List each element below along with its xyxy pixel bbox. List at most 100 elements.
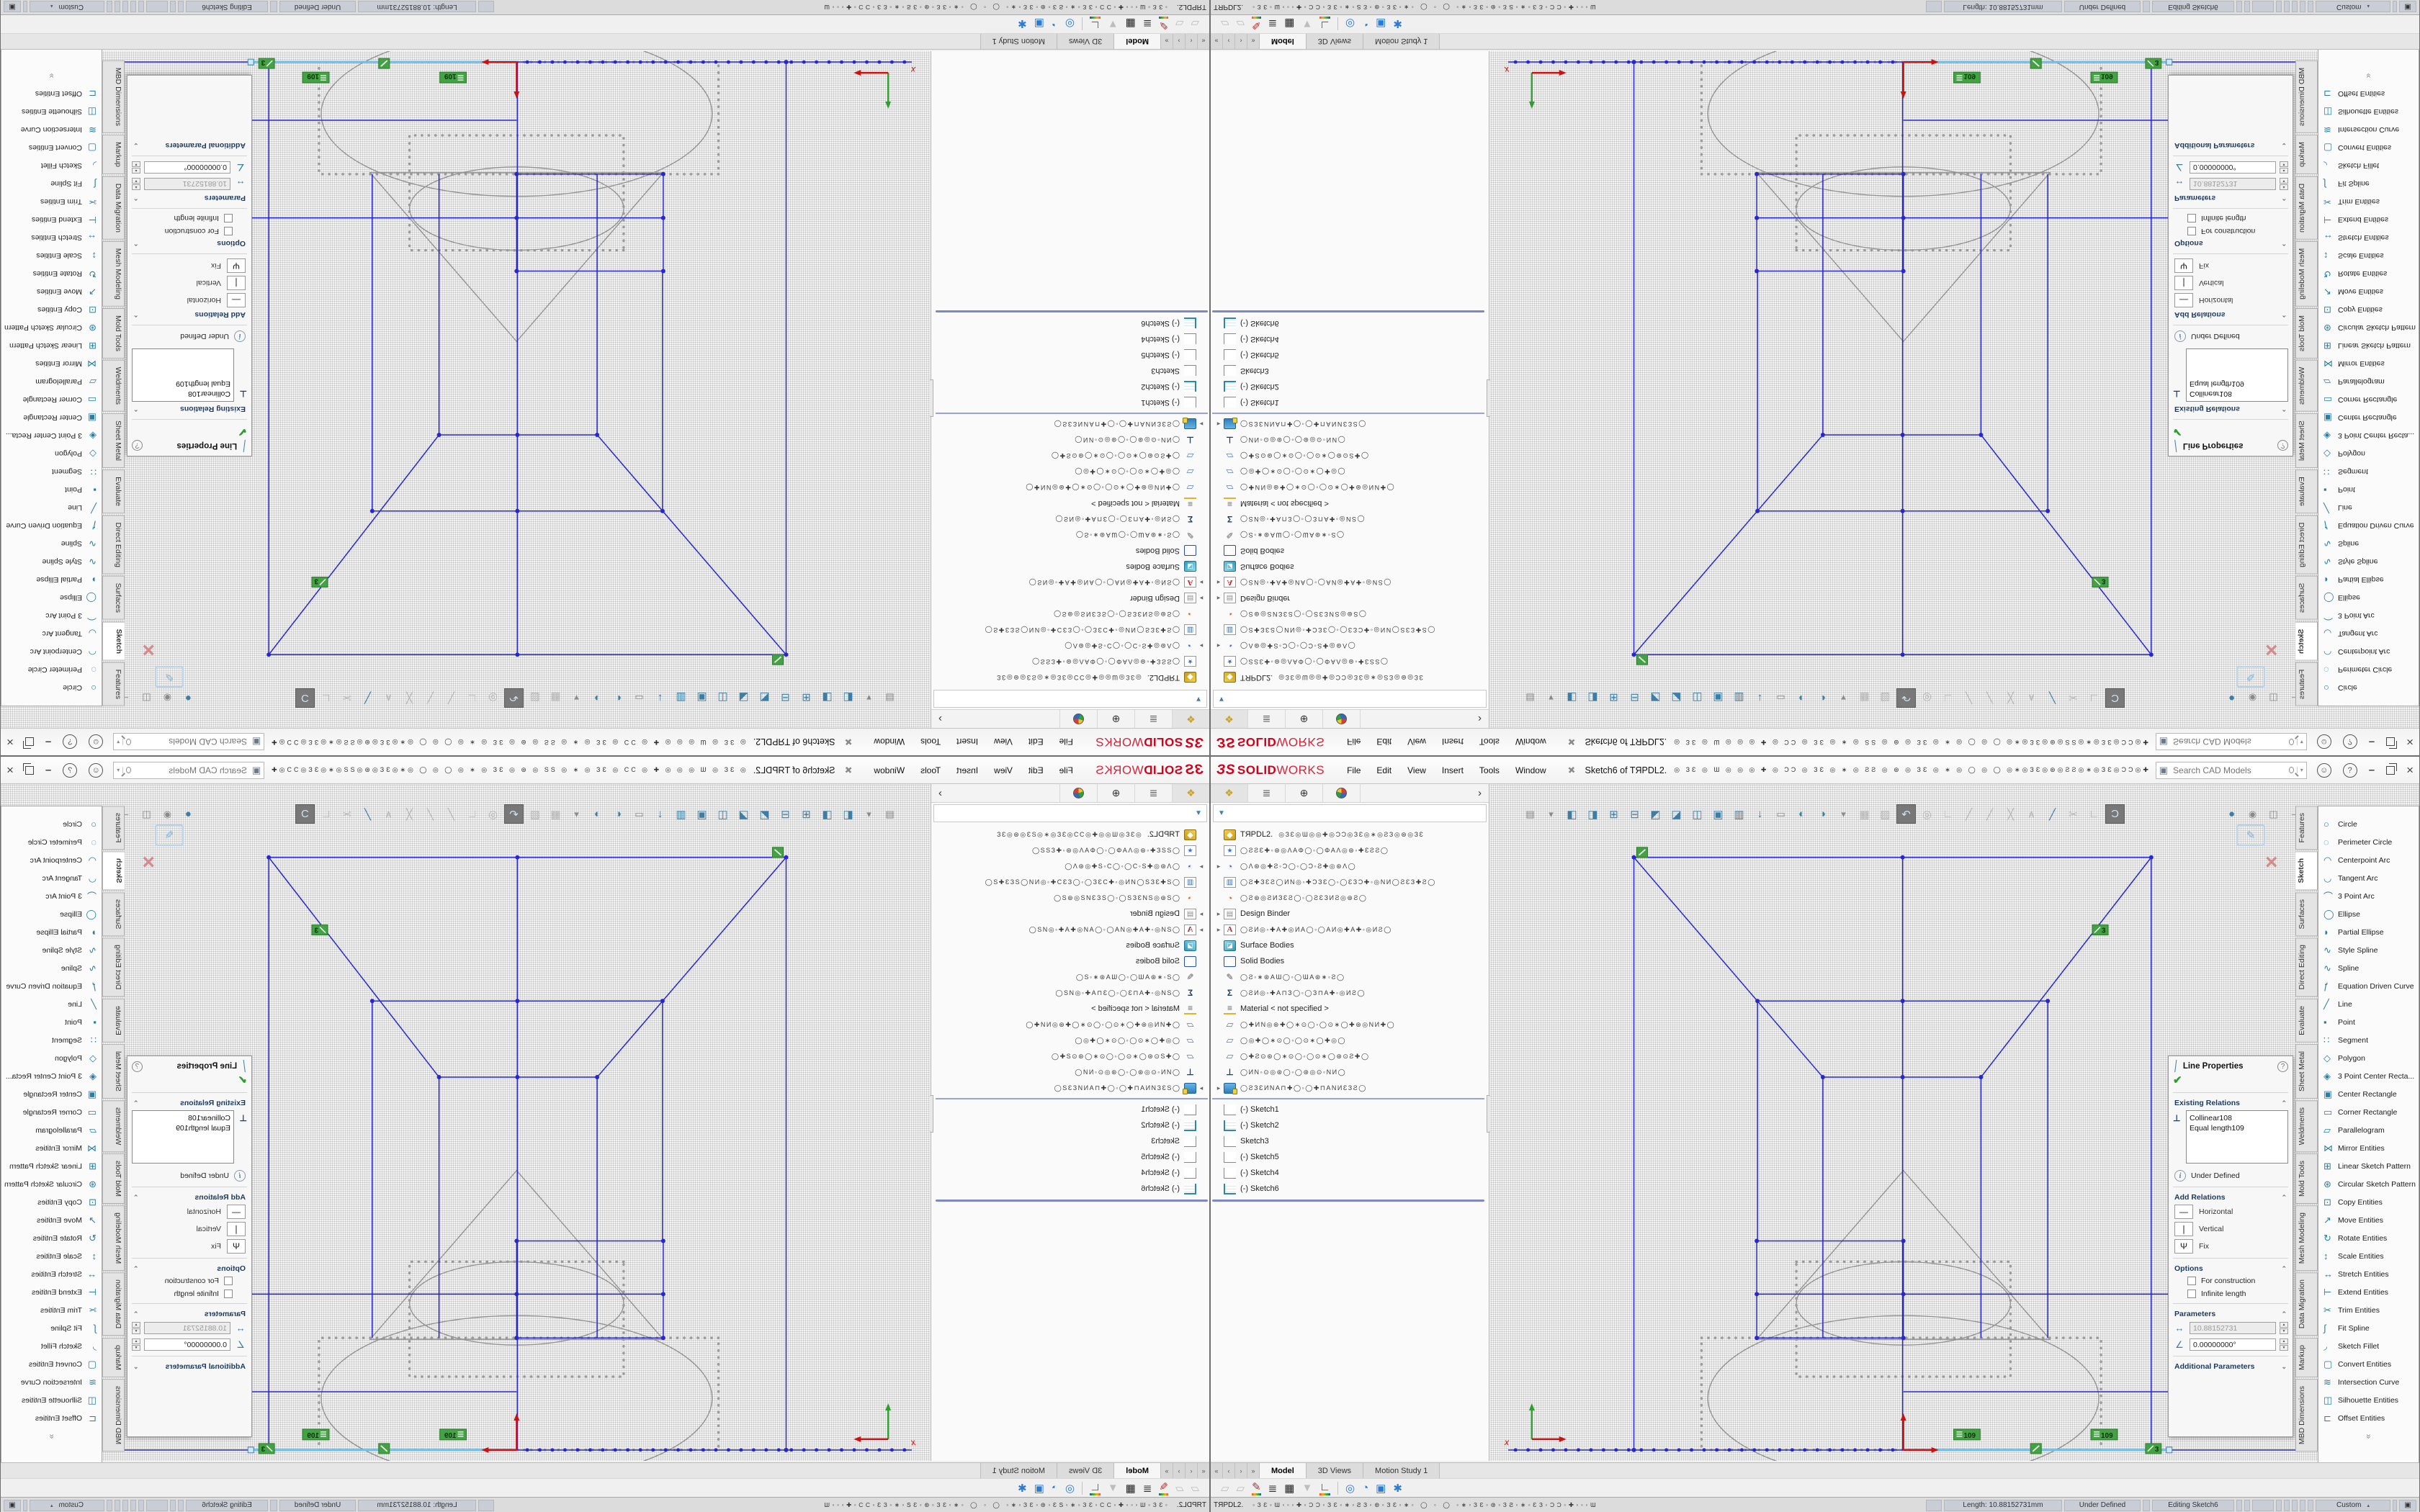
spinner[interactable]: ▲▼ [2280, 178, 2288, 190]
cancel-sketch-icon[interactable]: × [142, 637, 155, 662]
option-infinite-length[interactable]: Infinite length [2169, 212, 2293, 225]
spin-up-icon[interactable]: ▲ [132, 1322, 140, 1328]
grid-table-icon[interactable]: ▦ [1126, 18, 1136, 31]
line-tool-icon[interactable]: ╱ [421, 804, 440, 824]
tree-item-top-plane[interactable]: ▱◯◎✚◯∗⊙◯◦◯⊙∗◯✚◎◯ [1211, 464, 1489, 480]
tree-item-top-plane[interactable]: ▱◯◎✚◯∗⊙◯◦◯⊙∗◯✚◎◯ [1211, 1032, 1489, 1048]
profile-corner-icon[interactable]: ∟ [1319, 1481, 1330, 1495]
filter-icon[interactable]: ▼ [1108, 18, 1119, 30]
circle-tool-icon[interactable]: ◎ [483, 688, 503, 708]
circle-tool-icon[interactable]: ◎ [1917, 804, 1937, 824]
search-icon[interactable] [2289, 767, 2294, 773]
flyout-item-tangent-arc[interactable]: ◡Tangent Arc [2318, 625, 2419, 643]
trim-tool-icon[interactable]: ✂ [2063, 804, 2083, 824]
camera-check-icon[interactable]: ◎ [1345, 18, 1355, 31]
flyout-item-perimeter-circle[interactable]: ◌Perimeter Circle [1, 833, 102, 851]
tab-feature-manager[interactable]: ❖ [1211, 710, 1248, 728]
flyout-item-circle[interactable]: ○Circle [2318, 679, 2419, 697]
view-dimetric-icon[interactable]: ▣ [692, 804, 712, 824]
tree-item-sketch2[interactable]: (-) Sketch2 [1211, 379, 1489, 395]
view-dimetric-icon[interactable]: ▣ [1708, 688, 1728, 708]
appearance-sphere-icon[interactable]: ● [2222, 688, 2241, 708]
doc-tab-model[interactable]: Model [1113, 1463, 1160, 1478]
flyout-item-3-point-arc[interactable]: ⌒3 Point Arc [1, 887, 102, 905]
tree-item-sketch6[interactable]: (-) Sketch6 [931, 1181, 1209, 1197]
tree-item-front-plane[interactable]: ▱◯✚ИΝ◎⊛✚◯∗⊙◯◦◯⊙∗◯✚⊛◎ΝИ✚◯ [1211, 480, 1489, 495]
expand-caret-icon[interactable]: ▸ [1196, 910, 1206, 918]
view-trimetric-icon[interactable]: ▥ [1729, 688, 1749, 708]
tree-item-sketch4[interactable]: (-) Sketch4 [1211, 1165, 1489, 1181]
menu-tools[interactable]: Tools [914, 762, 947, 778]
shaded-icon[interactable]: ◑ [1813, 688, 1832, 708]
horizontal-relation-button[interactable]: —Horizontal [2169, 1203, 2293, 1220]
relation-item[interactable]: Equal length109 [2190, 1123, 2285, 1133]
menu-edit[interactable]: Edit [1022, 734, 1050, 750]
flyout-item-line[interactable]: ╱Line [1, 995, 102, 1013]
tree-item-surface-bodies[interactable]: ◪Surface Bodies [1211, 559, 1489, 575]
menu-edit[interactable]: Edit [1022, 762, 1050, 778]
length-field-value[interactable]: 10.88152731 [2190, 178, 2276, 190]
tree-item-material[interactable]: ≡Material < not specified > [1211, 1001, 1489, 1017]
option-for-construction[interactable]: For construction [127, 1274, 251, 1287]
section-parameters[interactable]: Parameters⌃ [127, 192, 251, 205]
folder-check-icon[interactable]: ▣ [1034, 1482, 1044, 1495]
tree-item-sensor-gauge[interactable]: ◔◯Ƨ⊛◎ƧИЗƐƧ◯◦◯ƧƐЗИƧ◎⊛Ƨ◯ [1211, 606, 1489, 622]
tree-item-origin[interactable]: ⊥◯ИΝ◦⊙◎⊛◯◦◯⊛◎⊙◦ΝИ◯ [931, 432, 1209, 448]
search-input[interactable] [2172, 737, 2286, 748]
tree-item-sketch2[interactable]: (-) Sketch2 [931, 379, 1209, 395]
tree-item-solid-bodies[interactable]: ◧Solid Bodies [1211, 543, 1489, 559]
relation-badge-coincident[interactable] [2030, 1444, 2041, 1454]
arc-pressed-icon[interactable]: Ɔ [295, 804, 315, 824]
undo-view-icon[interactable]: ↶ [504, 804, 524, 824]
horizontal-relation-button[interactable]: —Horizontal [127, 292, 251, 309]
tree-item-annotations[interactable]: ▸A◯ƧИ◎◦✚A✚◎ИA◯◦◯AИ◎✚A✚◦◎ИƧ◯ [931, 575, 1209, 590]
command-tab-surfaces[interactable]: Surfaces [2295, 892, 2318, 936]
doc-tab-motion-study-1[interactable]: Motion Study 1 [980, 34, 1057, 49]
spin-down-icon[interactable]: ▼ [132, 161, 140, 167]
flyout-item-3-point-center-recta-[interactable]: ◈3 Point Center Recta... [2318, 1067, 2419, 1085]
relation-badge-equal-109[interactable]: 109 [1953, 72, 1980, 83]
tree-item-solid-bodies[interactable]: ◧Solid Bodies [931, 953, 1209, 969]
camera-check-icon[interactable]: ◎ [1345, 1482, 1355, 1495]
help-icon[interactable]: ? [2343, 735, 2357, 750]
flyout-item-extend-entities[interactable]: ⊢Extend Entities [1, 211, 102, 229]
flyout-item-extend-entities[interactable]: ⊢Extend Entities [2318, 211, 2419, 229]
flyout-item-3-point-center-recta-[interactable]: ◈3 Point Center Recta... [2318, 427, 2419, 445]
flyout-item-sketch-fillet[interactable]: ◞Sketch Fillet [2318, 1337, 2419, 1355]
length-field-value[interactable]: 10.88152731 [2190, 1322, 2276, 1334]
viewport-cube-icon[interactable]: ◫ [137, 804, 156, 824]
search-dropdown-icon[interactable]: ▾ [2297, 739, 2303, 745]
spin-down-icon[interactable]: ▼ [132, 1328, 140, 1334]
flyout-item-linear-sketch-pattern[interactable]: ⊞Linear Sketch Pattern [1, 1157, 102, 1175]
cross-tool-icon[interactable]: ╳ [400, 688, 419, 708]
panel-expand-chevron-icon[interactable]: › [931, 710, 949, 728]
menu-file[interactable]: File [1340, 762, 1367, 778]
menu-insert[interactable]: Insert [1435, 734, 1470, 750]
search-input[interactable] [134, 737, 248, 748]
normal-to-icon[interactable]: ↓ [1750, 804, 1770, 824]
dropdown-icon[interactable]: ▾ [567, 804, 586, 824]
flyout-item-3-point-arc[interactable]: ⌒3 Point Arc [1, 607, 102, 625]
section-add-relations[interactable]: Add Relations⌃ [127, 1190, 251, 1203]
minimize-button[interactable]: – [45, 736, 51, 748]
flyout-item-centerpoint-arc[interactable]: ◠Centerpoint Arc [2318, 851, 2419, 869]
help-icon[interactable]: ? [2343, 763, 2357, 778]
dropdown-icon[interactable]: ▾ [1834, 804, 1853, 824]
folder-check-icon[interactable]: ▣ [1376, 1482, 1386, 1495]
command-tab-mbd-dimensions[interactable]: MBD Dimensions [102, 60, 125, 133]
relations-list[interactable]: Collinear108Equal length109 [2186, 348, 2288, 402]
tree-item-material[interactable]: ≡Material < not specified > [931, 1001, 1209, 1017]
tab-nav-arrow-icon[interactable]: ‹ [1223, 1463, 1235, 1478]
flyout-item-stretch-entities[interactable]: ↔Stretch Entities [2318, 1265, 2419, 1283]
section-additional-parameters[interactable]: Additional Parameters⌄ [2169, 1359, 2293, 1372]
flyout-item-scale-entities[interactable]: ↕Scale Entities [2318, 1247, 2419, 1265]
command-tab-direct-editing[interactable]: Direct Editing [2295, 515, 2318, 574]
spin-down-icon[interactable]: ▼ [2280, 1328, 2288, 1334]
flyout-item-partial-ellipse[interactable]: ◗Partial Ellipse [2318, 571, 2419, 589]
relation-badge-coincident[interactable] [379, 1444, 390, 1454]
zebra-stripes-icon[interactable]: ▨ [525, 804, 544, 824]
view-iso-icon[interactable]: ◫ [713, 804, 732, 824]
spinner[interactable]: ▲▼ [132, 1338, 140, 1351]
exit-sketch-icon[interactable]: ✎ [2246, 670, 2256, 683]
dropdown-arrow-icon[interactable]: ▴ [2367, 4, 2370, 10]
